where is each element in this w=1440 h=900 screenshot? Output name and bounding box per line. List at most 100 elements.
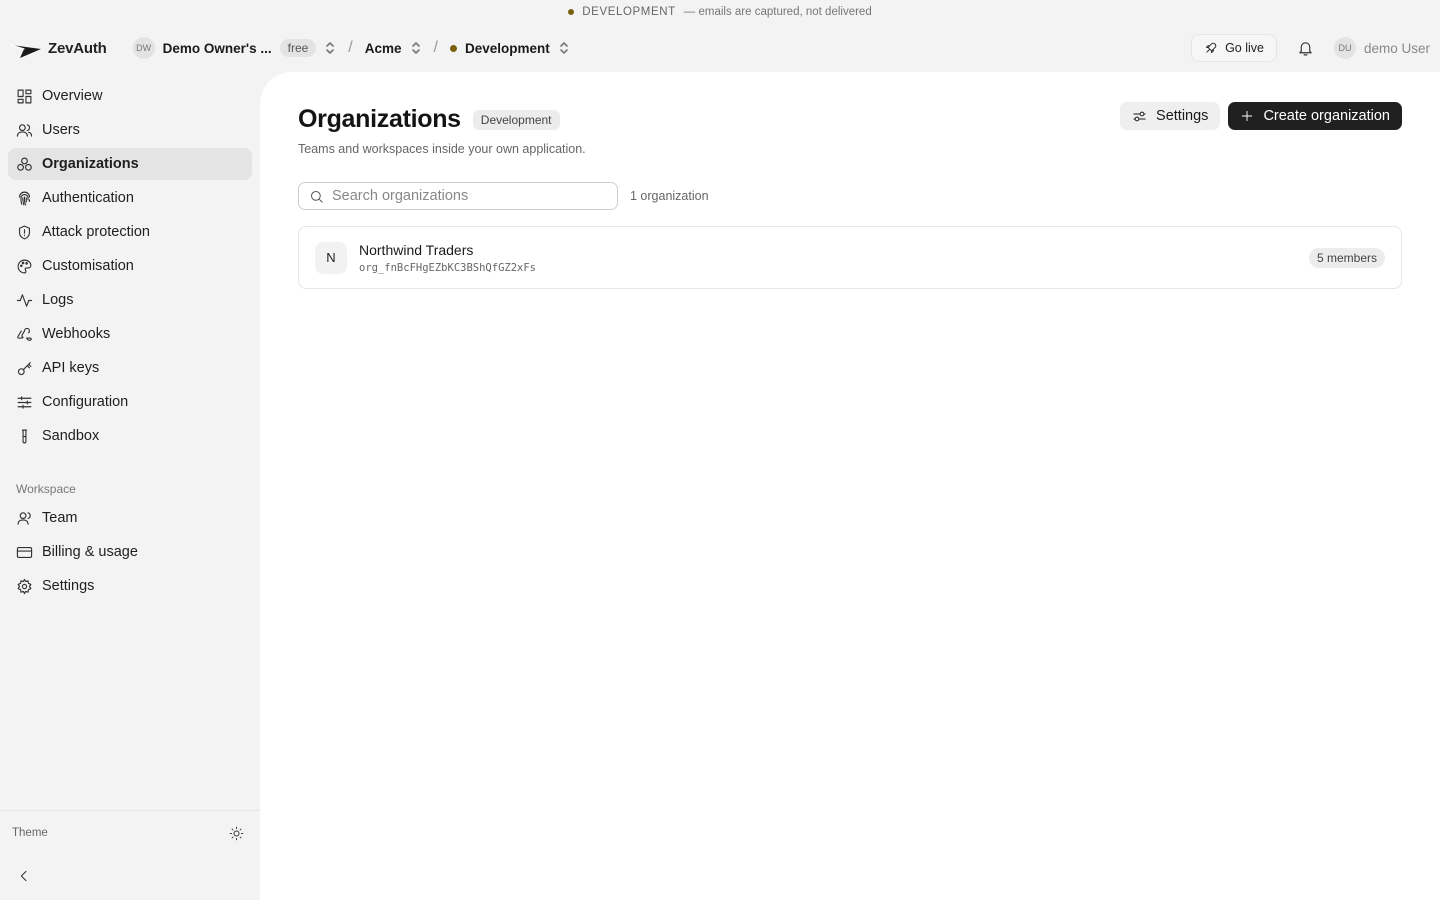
main-panel: Organizations Development Teams and work… [260, 72, 1440, 900]
webhook-icon [16, 326, 33, 343]
environment-switcher[interactable]: Development [449, 40, 570, 56]
workspace-switcher[interactable]: DW Demo Owner's ... free [132, 37, 337, 59]
sidebar-item-label: Customisation [42, 258, 134, 274]
page-header: Organizations Development Teams and work… [298, 102, 1402, 156]
plan-badge: free [279, 39, 317, 57]
rocket-icon [1204, 41, 1218, 55]
tenant-switcher[interactable]: Acme [365, 41, 422, 56]
top-bar: ZevAuth DW Demo Owner's ... free / Acme … [0, 24, 1440, 72]
user-avatar: DU [1333, 37, 1356, 59]
sidebar-item-label: Users [42, 122, 80, 138]
theme-row: Theme [0, 811, 260, 855]
sidebar-item-label: API keys [42, 360, 100, 376]
test-tube-icon [16, 428, 33, 445]
sidebar-item-label: Attack protection [42, 224, 150, 240]
workspace-name: Demo Owner's ... [162, 40, 272, 56]
grid-icon [16, 88, 33, 105]
sliders-icon [16, 394, 33, 411]
sidebar-item-label: Configuration [42, 394, 129, 410]
sidebar-item-label: Settings [42, 578, 95, 594]
sidebar-item-label: Overview [42, 88, 103, 104]
sidebar-item-customisation[interactable]: Customisation [8, 250, 252, 282]
search-icon [309, 189, 324, 204]
chevron-updown-icon [410, 41, 422, 55]
activity-icon [16, 292, 33, 309]
environment-note: — emails are captured, not delivered [683, 6, 872, 18]
sidebar-item-team[interactable]: Team [8, 502, 252, 534]
list-item[interactable]: N Northwind Traders org_fnBcFHgEZbKC3BSh… [298, 226, 1402, 289]
sidebar-item-billing[interactable]: Billing & usage [8, 536, 252, 568]
sidebar-item-logs[interactable]: Logs [8, 284, 252, 316]
settings-button-label: Settings [1156, 108, 1209, 124]
sidebar-item-configuration[interactable]: Configuration [8, 386, 252, 418]
environment-status-dot [449, 44, 457, 52]
sidebar-item-webhooks[interactable]: Webhooks [8, 318, 252, 350]
shield-icon [16, 224, 33, 241]
sidebar-item-label: Sandbox [42, 428, 100, 444]
user-icon [16, 510, 33, 527]
sidebar-item-label: Organizations [42, 156, 139, 172]
workspace-nav: Team Billing & usage Settings [0, 502, 260, 602]
organization-name: Northwind Traders [359, 241, 474, 258]
bell-icon[interactable] [1297, 40, 1314, 57]
sidebar-item-label: Logs [42, 292, 74, 308]
collapse-sidebar-icon[interactable] [16, 868, 32, 884]
logo-icon [10, 37, 42, 59]
sidebar-item-sandbox[interactable]: Sandbox [8, 420, 252, 452]
search-input[interactable] [332, 188, 607, 204]
palette-icon [16, 258, 33, 275]
page-actions: Settings Create organization [1120, 102, 1402, 130]
chevron-updown-icon [558, 41, 570, 55]
settings-sliders-icon [1132, 109, 1147, 124]
key-icon [16, 360, 33, 377]
sidebar-item-overview[interactable]: Overview [8, 80, 252, 112]
theme-label: Theme [12, 827, 48, 839]
organizations-icon [16, 156, 33, 173]
page-title: Organizations [298, 105, 461, 133]
fingerprint-icon [16, 190, 33, 207]
users-icon [16, 122, 33, 139]
credit-card-icon [16, 544, 33, 561]
create-organization-label: Create organization [1263, 108, 1390, 124]
sidebar-item-authentication[interactable]: Authentication [8, 182, 252, 214]
plus-icon [1240, 109, 1254, 123]
sidebar: Overview Users Organizations Authenticat… [0, 72, 260, 900]
breadcrumb-separator: / [348, 39, 353, 56]
search-box[interactable] [298, 182, 618, 210]
environment-badge: Development [472, 109, 560, 130]
gear-icon [16, 578, 33, 595]
sidebar-footer: Theme [0, 810, 260, 900]
environment-label: DEVELOPMENT [582, 6, 676, 18]
go-live-label: Go live [1225, 41, 1264, 55]
page-subtitle: Teams and workspaces inside your own app… [298, 142, 586, 156]
organization-avatar: N [315, 241, 347, 274]
user-menu[interactable]: DU demo User [1333, 37, 1430, 59]
tenant-name: Acme [364, 40, 402, 56]
go-live-button[interactable]: Go live [1191, 34, 1277, 62]
sidebar-nav: Overview Users Organizations Authenticat… [0, 72, 260, 452]
create-organization-button[interactable]: Create organization [1228, 102, 1402, 130]
sun-icon[interactable] [229, 826, 244, 841]
workspace-section-label: Workspace [16, 482, 76, 496]
organization-id: org_fnBcFHgEZbKC3BShQfGZ2xFs [359, 261, 537, 274]
workspace-avatar: DW [132, 37, 155, 59]
organization-count: 1 organization [630, 189, 709, 203]
sidebar-item-label: Billing & usage [42, 544, 138, 560]
search-row: 1 organization [298, 182, 1402, 210]
sidebar-item-label: Webhooks [42, 326, 111, 342]
settings-button[interactable]: Settings [1120, 102, 1221, 130]
chevron-updown-icon [324, 41, 336, 55]
environment-name: Development [464, 40, 550, 56]
sidebar-item-attack-protection[interactable]: Attack protection [8, 216, 252, 248]
sidebar-item-users[interactable]: Users [8, 114, 252, 146]
sidebar-item-settings[interactable]: Settings [8, 570, 252, 602]
sidebar-item-api-keys[interactable]: API keys [8, 352, 252, 384]
environment-dot [568, 9, 575, 15]
breadcrumb-separator: / [433, 39, 438, 56]
sidebar-item-label: Authentication [42, 190, 134, 206]
sidebar-item-organizations[interactable]: Organizations [8, 148, 252, 180]
user-name: demo User [1363, 40, 1430, 56]
environment-banner: DEVELOPMENT — emails are captured, not d… [0, 0, 1440, 24]
members-badge: 5 members [1308, 247, 1385, 268]
brand-logo[interactable]: ZevAuth [10, 37, 107, 59]
